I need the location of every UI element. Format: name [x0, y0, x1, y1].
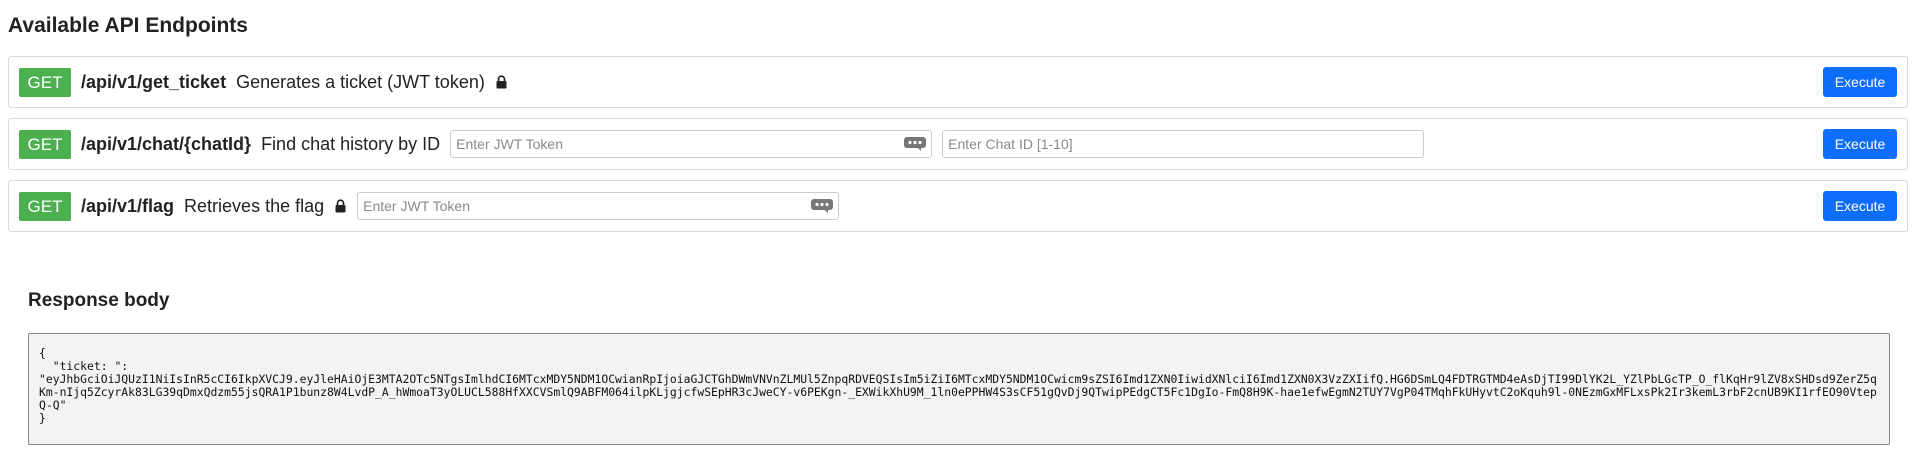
lock-icon — [496, 75, 507, 89]
chat-id-field — [942, 130, 1425, 158]
endpoint-description: Generates a ticket (JWT token) — [236, 71, 485, 92]
jwt-token-field — [450, 130, 933, 158]
jwt-token-field — [357, 192, 840, 220]
password-dots-icon[interactable] — [904, 137, 927, 151]
method-badge: GET — [19, 191, 71, 221]
response-title: Response body — [28, 290, 170, 311]
response-body: { "ticket: ": "eyJhbGciOiJQUzI1NiIsInR5c… — [28, 333, 1890, 445]
jwt-token-input[interactable] — [357, 192, 840, 220]
method-badge: GET — [19, 67, 71, 97]
endpoint-description: Find chat history by ID — [261, 133, 441, 154]
endpoint-path: /api/v1/get_ticket — [81, 71, 227, 92]
method-badge: GET — [19, 129, 71, 159]
endpoint-chat-by-id: GET /api/v1/chat/{chatId} Find chat hist… — [8, 118, 1908, 170]
execute-button[interactable]: Execute — [1823, 67, 1897, 97]
endpoint-flag: GET /api/v1/flag Retrieves the flag Exec… — [8, 180, 1908, 232]
jwt-token-input[interactable] — [450, 130, 933, 158]
execute-button[interactable]: Execute — [1823, 129, 1897, 159]
execute-button[interactable]: Execute — [1823, 191, 1897, 221]
endpoint-description: Retrieves the flag — [184, 195, 325, 216]
page-title: Available API Endpoints — [8, 14, 248, 37]
password-dots-icon[interactable] — [811, 199, 834, 213]
lock-icon — [335, 199, 346, 213]
endpoint-path: /api/v1/flag — [81, 195, 175, 216]
endpoint-path: /api/v1/chat/{chatId} — [81, 133, 252, 154]
chat-id-input[interactable] — [942, 130, 1425, 158]
endpoint-get-ticket: GET /api/v1/get_ticket Generates a ticke… — [8, 56, 1908, 108]
